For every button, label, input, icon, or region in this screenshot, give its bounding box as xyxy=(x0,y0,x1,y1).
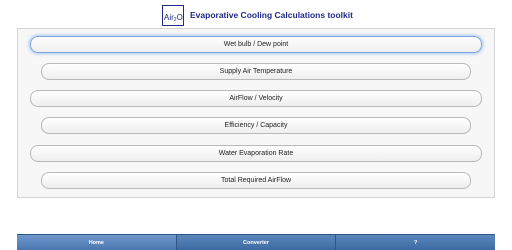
airflow-velocity-button[interactable]: AirFlow / Velocity xyxy=(30,90,482,107)
app-title: Evaporative Cooling Calculations toolkit xyxy=(190,10,353,20)
nav-home-tab[interactable]: Home xyxy=(17,235,177,250)
app-page: Air2O Evaporative Cooling Calculations t… xyxy=(0,0,512,250)
menu-panel: Wet bulb / Dew point Supply Air Temperat… xyxy=(17,28,495,198)
app-logo: Air2O xyxy=(162,5,184,26)
nav-converter-tab[interactable]: Converter xyxy=(177,235,337,250)
app-header: Air2O Evaporative Cooling Calculations t… xyxy=(0,0,512,28)
efficiency-capacity-button[interactable]: Efficiency / Capacity xyxy=(41,117,471,134)
bottom-nav-bar: Home Converter ? xyxy=(17,234,495,250)
water-evaporation-rate-button[interactable]: Water Evaporation Rate xyxy=(30,145,482,162)
logo-text: Air2O xyxy=(164,13,183,24)
total-required-airflow-button[interactable]: Total Required AirFlow xyxy=(41,172,471,189)
wet-bulb-dew-point-button[interactable]: Wet bulb / Dew point xyxy=(30,36,482,53)
nav-help-tab[interactable]: ? xyxy=(336,235,495,250)
supply-air-temperature-button[interactable]: Supply Air Temperature xyxy=(41,63,471,80)
